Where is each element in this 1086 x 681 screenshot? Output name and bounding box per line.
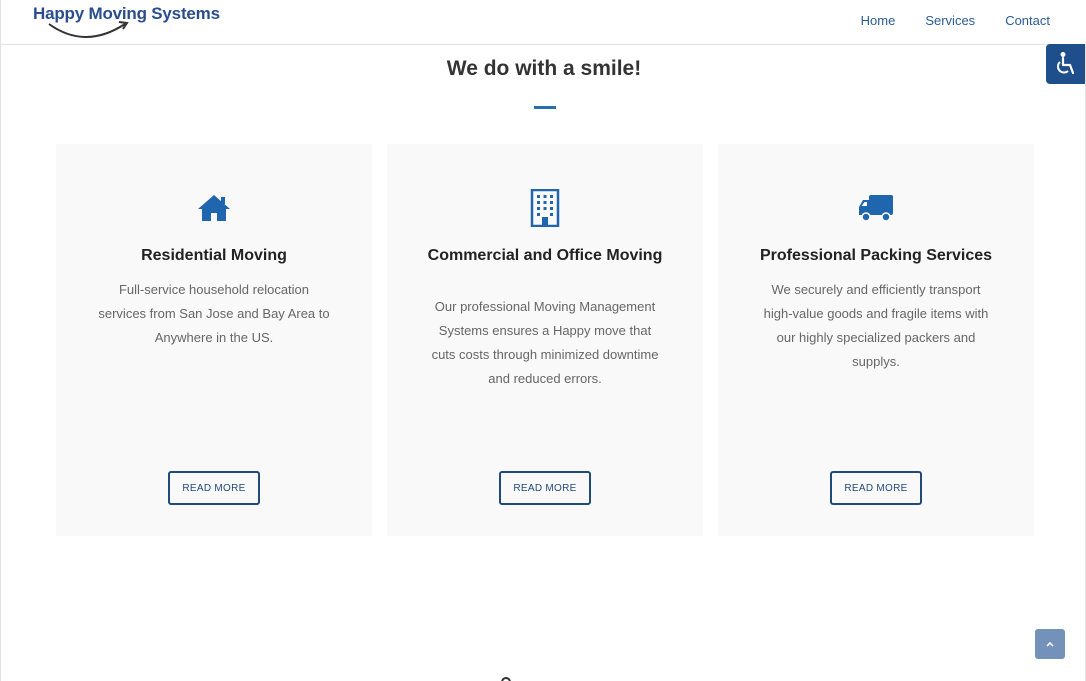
service-card-packing: Professional Packing Services We securel… <box>718 144 1034 536</box>
nav-contact[interactable]: Contact <box>1005 13 1050 28</box>
office-building-icon <box>530 189 560 227</box>
next-section-icon <box>501 677 511 681</box>
truck-icon <box>859 195 893 222</box>
section-title: We do with a smile! <box>446 57 642 80</box>
card-title: Professional Packing Services <box>759 247 993 264</box>
title-underline <box>534 106 556 109</box>
card-description: Our professional Moving Management Syste… <box>431 299 659 386</box>
page: Happy Moving Systems Home Services Conta… <box>0 0 1086 681</box>
card-description: We securely and efficiently transport hi… <box>763 282 989 369</box>
service-card-commercial: Commercial and Office Moving Our profess… <box>387 144 703 536</box>
service-card-residential: Residential Moving Full-service househol… <box>56 144 372 536</box>
card-description: Full-service household relocation servic… <box>98 282 330 345</box>
nav-services[interactable]: Services <box>925 13 975 28</box>
house-icon <box>198 195 230 221</box>
chevron-up-icon <box>1046 641 1054 647</box>
read-more-button[interactable]: READ MORE <box>499 471 591 505</box>
card-title: Residential Moving <box>141 247 287 264</box>
main-nav: Home Services Contact <box>861 13 1050 28</box>
card-title: Commercial and Office Moving <box>427 247 663 264</box>
logo[interactable]: Happy Moving Systems <box>33 4 223 40</box>
scroll-to-top-button[interactable] <box>1035 629 1065 659</box>
site-header: Happy Moving Systems Home Services Conta… <box>1 0 1086 45</box>
nav-home[interactable]: Home <box>861 13 896 28</box>
read-more-button[interactable]: READ MORE <box>168 471 260 505</box>
logo-swoosh-icon <box>48 21 129 38</box>
read-more-button[interactable]: READ MORE <box>830 471 922 505</box>
